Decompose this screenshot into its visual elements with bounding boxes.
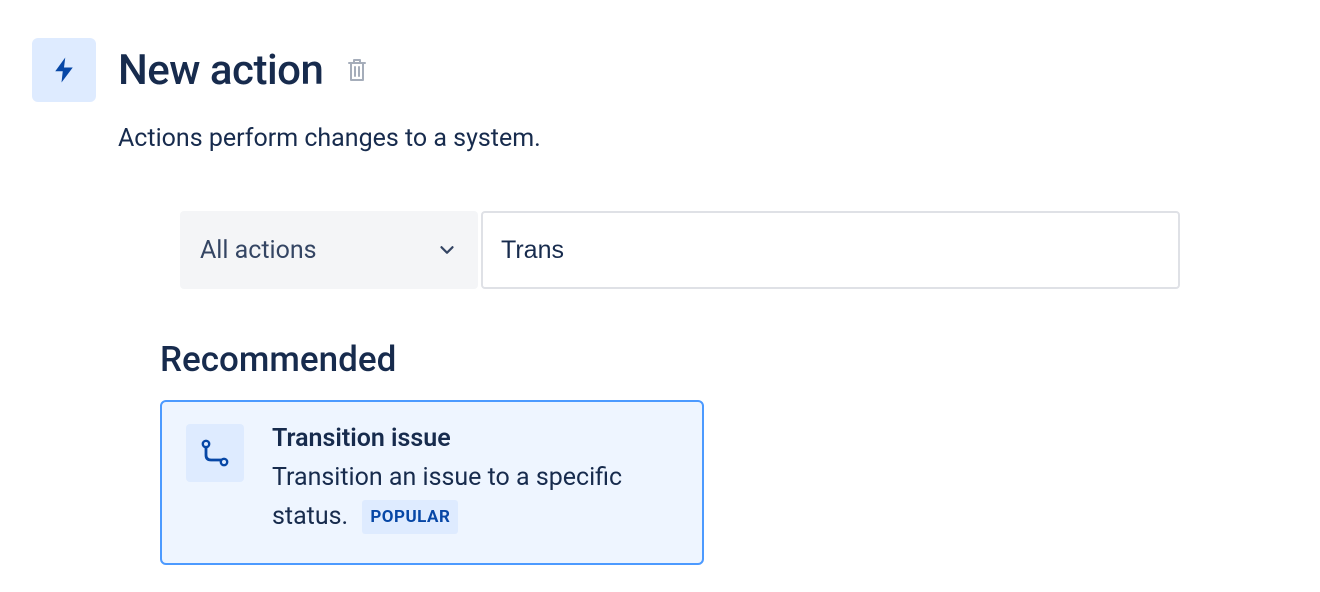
filter-row: All actions: [180, 211, 1180, 289]
card-description: Transition an issue to a specific status…: [272, 459, 678, 537]
page-title: New action: [118, 46, 323, 95]
search-input[interactable]: [481, 211, 1180, 289]
trash-icon: [345, 57, 369, 83]
popular-badge: POPULAR: [362, 500, 458, 534]
header-row: New action: [32, 38, 1288, 102]
card-title: Transition issue: [272, 424, 678, 453]
delete-button[interactable]: [341, 53, 373, 87]
transition-icon: [186, 424, 244, 482]
chevron-down-icon: [436, 239, 458, 261]
title-group: New action: [118, 46, 373, 95]
page-subtitle: Actions perform changes to a system.: [118, 124, 1288, 153]
action-category-select[interactable]: All actions: [180, 211, 478, 289]
recommended-heading: Recommended: [160, 339, 1288, 380]
card-body: Transition issue Transition an issue to …: [272, 424, 678, 537]
lightning-icon: [32, 38, 96, 102]
action-card-transition-issue[interactable]: Transition issue Transition an issue to …: [160, 400, 704, 565]
select-label: All actions: [200, 236, 317, 265]
